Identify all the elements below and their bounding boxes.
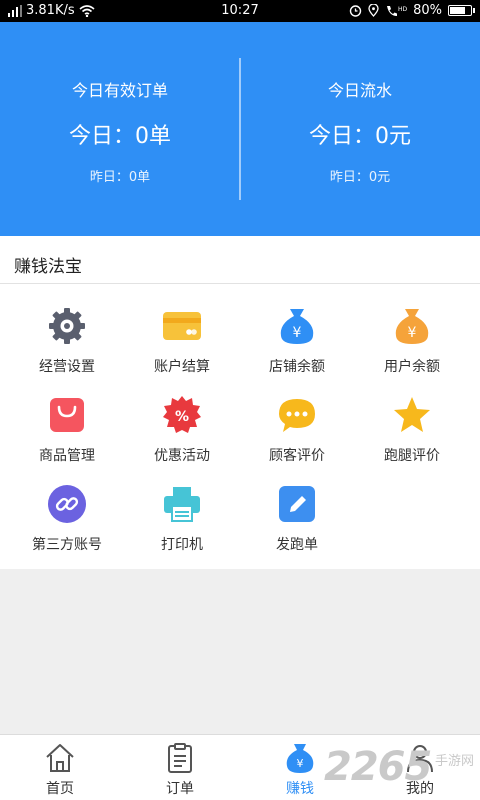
grid-label: 用户余额 bbox=[384, 359, 440, 375]
shop-balance-button[interactable]: ¥ 店铺余额 bbox=[237, 306, 357, 394]
section-divider bbox=[0, 283, 480, 284]
gear-icon bbox=[49, 308, 85, 344]
send-errand-button[interactable]: 发跑单 bbox=[237, 484, 357, 572]
business-settings-button[interactable]: 经营设置 bbox=[7, 306, 127, 394]
battery-percent: 80% bbox=[413, 3, 442, 18]
grid-label: 顾客评价 bbox=[269, 448, 325, 464]
grid-label: 打印机 bbox=[161, 537, 203, 553]
svg-text:¥: ¥ bbox=[293, 325, 302, 341]
star-icon bbox=[394, 397, 430, 432]
battery-icon bbox=[448, 5, 475, 16]
stats-header: 今日有效订单 今日：0单 昨日：0单 今日流水 今日：0元 昨日：0元 bbox=[0, 22, 480, 236]
money-bag-icon: ¥ bbox=[280, 309, 314, 344]
money-bag-orange-icon: ¥ bbox=[395, 309, 429, 344]
revenue-yesterday: 昨日：0元 bbox=[329, 170, 391, 185]
watermark-logo: 2265 手游网 bbox=[324, 744, 474, 796]
tab-label: 首页 bbox=[46, 781, 74, 797]
printer-icon bbox=[164, 487, 200, 522]
tools-section: 赚钱法宝 经营设置 账户结算 ¥ 店铺余额 ¥ 用户余额 商品管理 % 优惠活动… bbox=[0, 236, 480, 569]
svg-text:¥: ¥ bbox=[408, 325, 417, 341]
location-icon bbox=[368, 4, 379, 17]
orders-title: 今日有效订单 bbox=[71, 81, 168, 100]
grid-label: 发跑单 bbox=[276, 537, 318, 553]
svg-text:HD: HD bbox=[398, 6, 407, 13]
grid-label: 账户结算 bbox=[154, 359, 210, 375]
shopping-bag-icon bbox=[50, 398, 84, 432]
grid-label: 跑腿评价 bbox=[384, 448, 440, 464]
discount-badge-icon: % bbox=[163, 396, 201, 433]
section-title: 赚钱法宝 bbox=[14, 257, 82, 277]
grid-label: 第三方账号 bbox=[32, 537, 102, 553]
revenue-today: 今日：0元 bbox=[309, 124, 411, 149]
grid-label: 商品管理 bbox=[39, 448, 95, 464]
svg-text:%: % bbox=[175, 409, 189, 425]
grid-label: 店铺余额 bbox=[269, 359, 325, 375]
printer-button[interactable]: 打印机 bbox=[122, 484, 242, 572]
revenue-title: 今日流水 bbox=[327, 81, 392, 100]
watermark-text: 手游网 bbox=[434, 754, 474, 769]
grid-label: 优惠活动 bbox=[154, 448, 210, 464]
money-bag-icon: ¥ bbox=[286, 744, 314, 773]
svg-text:¥: ¥ bbox=[297, 757, 304, 770]
clipboard-icon bbox=[168, 743, 192, 773]
tab-orders[interactable]: 订单 bbox=[120, 735, 240, 800]
courier-reviews-button[interactable]: 跑腿评价 bbox=[352, 395, 472, 483]
tab-label: 订单 bbox=[166, 781, 194, 797]
link-icon bbox=[48, 485, 86, 523]
status-bar: 3.81K/s 10:27 HD 80% bbox=[0, 0, 480, 22]
orders-yesterday: 昨日：0单 bbox=[89, 170, 151, 185]
third-party-account-button[interactable]: 第三方账号 bbox=[7, 484, 127, 572]
hd-call-icon: HD bbox=[387, 6, 407, 16]
card-icon bbox=[163, 312, 201, 340]
edit-icon bbox=[279, 486, 315, 522]
promotions-button[interactable]: % 优惠活动 bbox=[122, 395, 242, 483]
product-management-button[interactable]: 商品管理 bbox=[7, 395, 127, 483]
alarm-icon bbox=[349, 5, 362, 17]
home-icon bbox=[46, 744, 74, 772]
orders-today: 今日：0单 bbox=[69, 124, 171, 149]
customer-reviews-button[interactable]: 顾客评价 bbox=[237, 395, 357, 483]
user-balance-button[interactable]: ¥ 用户余额 bbox=[352, 306, 472, 394]
account-settlement-button[interactable]: 账户结算 bbox=[122, 306, 242, 394]
tab-home[interactable]: 首页 bbox=[0, 735, 120, 800]
grid-label: 经营设置 bbox=[39, 359, 95, 375]
chat-bubble-icon bbox=[279, 399, 315, 432]
watermark-number: 2265 bbox=[324, 744, 432, 790]
